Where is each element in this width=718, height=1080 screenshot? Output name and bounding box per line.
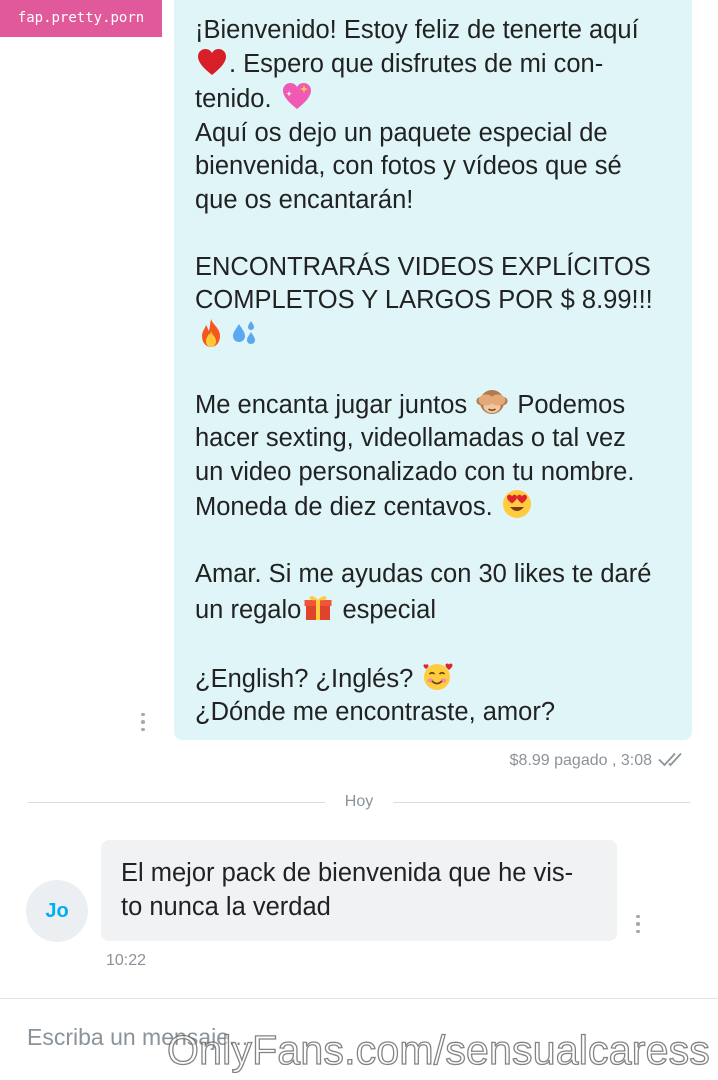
message-line: . Espero que disfrutes de mi con-	[195, 48, 674, 82]
message-line: ¡Bienvenido! Estoy feliz de tenerte aquí	[195, 16, 639, 44]
message-line: El mejor pack de bienvenida que he vis-	[121, 859, 574, 887]
message-line: ENCONTRARÁS VIDEOS EXPLÍCITOS	[195, 252, 651, 281]
message-composer	[0, 998, 718, 1080]
status-text: $8.99 pagado , 3:08	[509, 752, 652, 769]
date-divider: Hoy	[28, 792, 691, 812]
message-line: un video personalizado con tu nombre.	[195, 457, 635, 486]
smiling-face-with-hearts-icon	[422, 661, 454, 691]
message-line: Moneda de diez centavos.	[195, 489, 674, 525]
message-line: bienvenida, con fotos y vídeos que sé	[195, 152, 622, 180]
wrapped-gift-icon	[303, 592, 333, 622]
message-line: ¿English? ¿Inglés?	[195, 661, 674, 697]
message-input[interactable]	[27, 1021, 627, 1053]
red-heart-icon	[197, 48, 227, 76]
message-line: COMPLETOS Y LARGOS POR $ 8.99!!!	[195, 286, 653, 314]
heart-eyes-face-icon	[502, 489, 532, 519]
message-line: Aquí os dejo un paquete especial de	[195, 118, 608, 147]
outgoing-message-bubble: ¡Bienvenido! Estoy feliz de tenerte aquí…	[174, 0, 692, 740]
avatar[interactable]: Jo	[26, 880, 88, 942]
divider-line	[393, 801, 691, 803]
message-line: Amar. Si me ayudas con 30 likes te daré	[195, 560, 652, 588]
fire-icon	[197, 318, 225, 348]
message-line: que os encantarán!	[195, 185, 414, 214]
incoming-message-bubble: El mejor pack de bienvenida que he vis- …	[101, 840, 617, 941]
message-line: tenido.	[195, 81, 674, 117]
sweat-droplets-icon	[229, 318, 259, 348]
message-time: 10:22	[106, 952, 147, 969]
message-line: ¿Dónde me encontraste, amor?	[195, 698, 556, 726]
sparkling-heart-icon	[281, 81, 313, 111]
incoming-message-menu-icon[interactable]	[628, 911, 648, 937]
watermark-top: fap.pretty.porn	[0, 0, 162, 37]
divider-line	[28, 801, 325, 803]
date-label: Hoy	[344, 793, 374, 810]
message-line: un regalo especial	[195, 592, 674, 628]
see-no-evil-monkey-icon	[476, 387, 508, 417]
message-line: hacer sexting, videollamadas o tal vez	[195, 424, 626, 452]
message-status: $8.99 pagado , 3:08	[510, 750, 688, 772]
message-line: to nunca la verdad	[121, 892, 331, 921]
outgoing-message-menu-icon[interactable]	[133, 709, 153, 735]
message-line	[195, 318, 674, 354]
message-line: Me encanta jugar juntos Podemos	[195, 387, 674, 423]
double-check-icon	[658, 751, 688, 772]
